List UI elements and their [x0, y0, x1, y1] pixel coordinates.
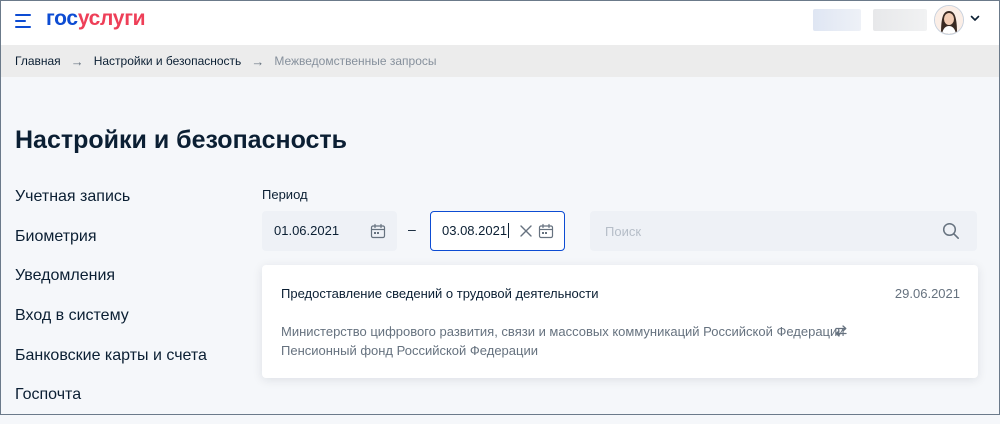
period-label: Период — [262, 187, 308, 202]
date-to-value-wrap: 03.08.2021 — [442, 223, 510, 239]
breadcrumb-settings[interactable]: Настройки и безопасность — [94, 54, 242, 68]
logo-text-uslugi: услуги — [77, 7, 146, 30]
breadcrumb-current: Межведомственные запросы — [274, 54, 437, 68]
breadcrumb-home[interactable]: Главная — [15, 54, 61, 68]
sidebar-item-account[interactable]: Учетная запись — [15, 186, 235, 226]
calendar-icon[interactable] — [538, 223, 554, 239]
user-avatar[interactable] — [934, 5, 964, 35]
logo-text-gos: гос — [46, 7, 78, 30]
sidebar-item-gospochta[interactable]: Госпочта — [15, 384, 235, 424]
settings-sidebar: Учетная запись Биометрия Уведомления Вхо… — [15, 186, 235, 424]
exchange-arrows-icon — [835, 325, 847, 337]
sidebar-item-bank-cards[interactable]: Банковские карты и счета — [15, 345, 235, 385]
request-to-organization: Пенсионный фонд Российской Федерации — [281, 343, 538, 358]
date-from-field[interactable]: 01.06.2021 — [262, 211, 397, 251]
date-to-field[interactable]: 03.08.2021 — [430, 211, 565, 251]
request-card[interactable]: Предоставление сведений о трудовой деяте… — [262, 265, 978, 378]
date-from-value: 01.06.2021 — [274, 223, 340, 238]
search-input[interactable] — [590, 211, 930, 251]
request-from-organization: Министерство цифрового развития, связи и… — [281, 324, 845, 339]
arrow-right-icon: → — [251, 53, 265, 69]
request-title: Предоставление сведений о трудовой деяте… — [281, 286, 599, 301]
close-icon[interactable] — [519, 224, 533, 238]
avatar-image — [935, 6, 963, 34]
sidebar-item-notifications[interactable]: Уведомления — [15, 265, 235, 305]
request-date: 29.06.2021 — [894, 286, 960, 301]
search-box — [590, 211, 977, 251]
date-to-value: 03.08.2021 — [442, 223, 508, 238]
chevron-down-icon[interactable] — [969, 12, 981, 24]
sidebar-item-biometrics[interactable]: Биометрия — [15, 226, 235, 266]
header-blurred-item — [873, 9, 927, 31]
breadcrumb: Главная → Настройки и безопасность → Меж… — [0, 45, 1000, 77]
calendar-icon[interactable] — [370, 223, 386, 239]
gosuslugi-logo[interactable]: госуслуги — [46, 7, 146, 31]
search-icon[interactable] — [942, 222, 960, 240]
date-range-separator: – — [408, 221, 416, 237]
text-cursor — [508, 223, 510, 238]
burger-menu-icon[interactable] — [15, 13, 33, 29]
header-blurred-item — [813, 9, 861, 31]
top-header: госуслуги — [0, 0, 1000, 45]
page-title: Настройки и безопасность — [15, 126, 348, 154]
sidebar-item-login[interactable]: Вход в систему — [15, 305, 235, 345]
arrow-right-icon: → — [70, 53, 84, 69]
